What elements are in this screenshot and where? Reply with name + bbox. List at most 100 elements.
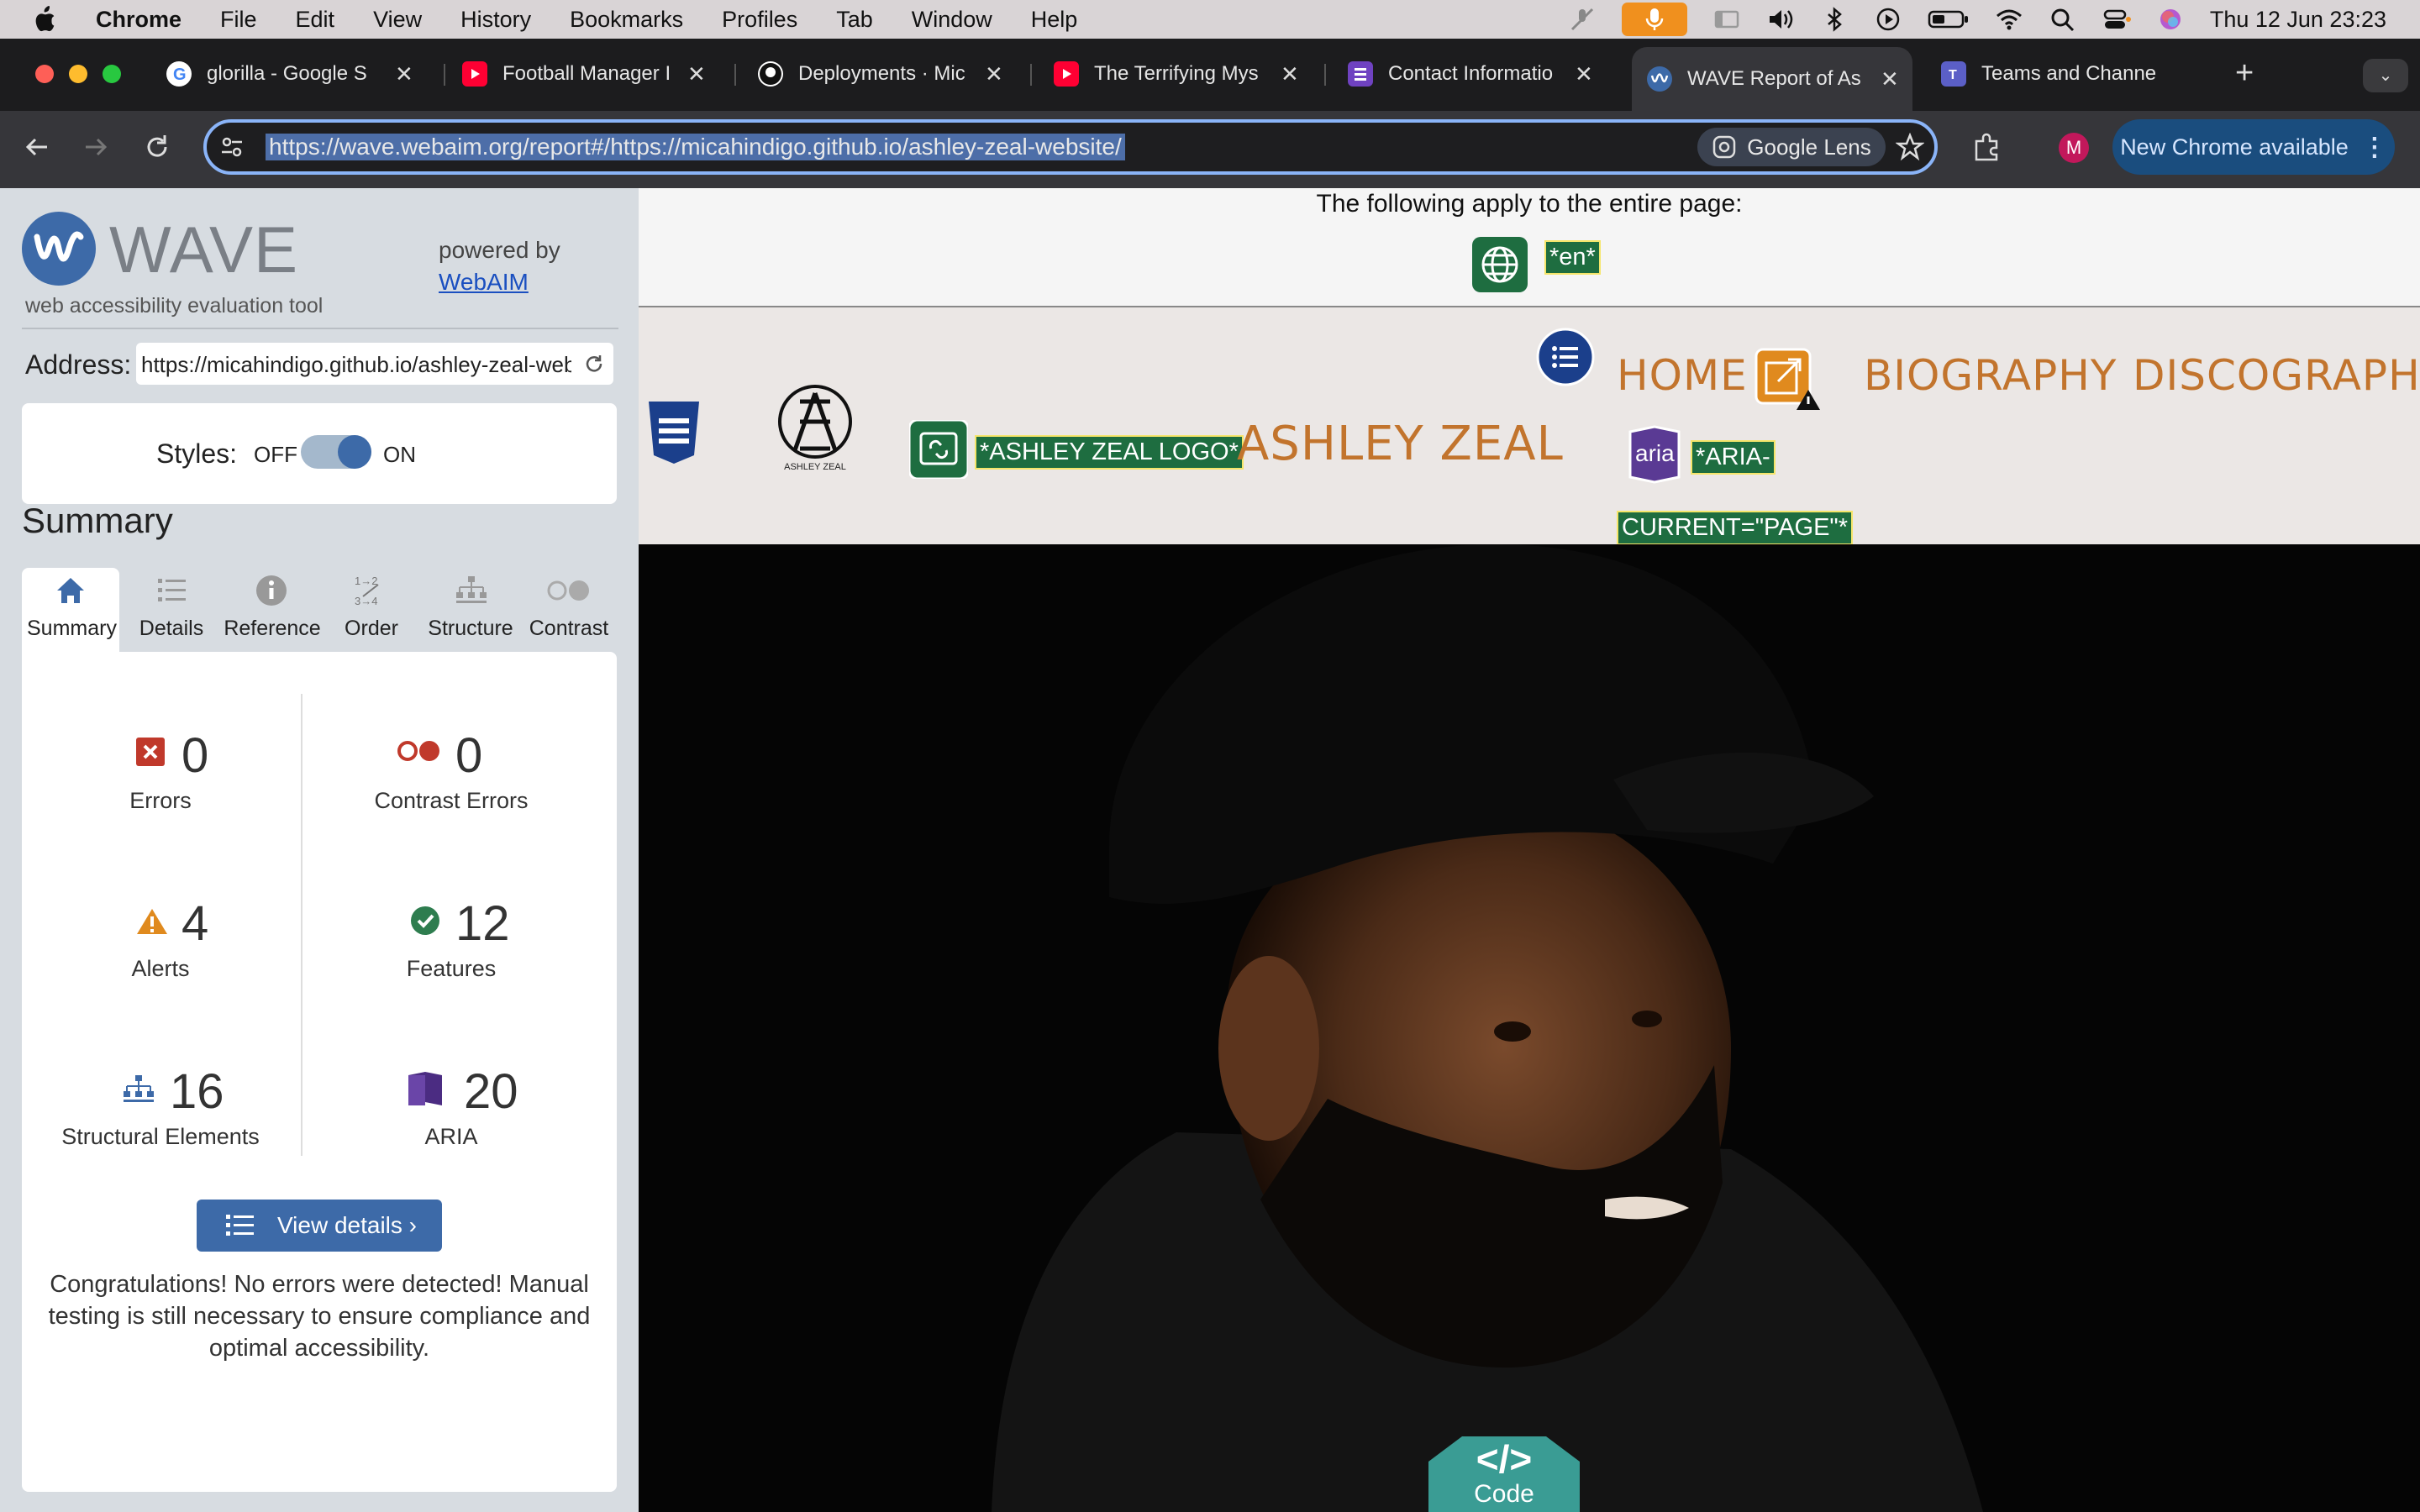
tab-details[interactable]: Details bbox=[123, 568, 220, 652]
screen-mirror-icon[interactable] bbox=[1712, 7, 1741, 32]
tab-summary[interactable]: Summary bbox=[22, 568, 119, 652]
bluetooth-icon[interactable] bbox=[1820, 7, 1849, 32]
divider bbox=[301, 694, 302, 1156]
browser-tab[interactable]: Contact Informatio ✕ bbox=[1348, 55, 1608, 92]
address-field[interactable]: https://micahindigo.github.io/ashley-zea… bbox=[136, 343, 613, 385]
svg-text:T: T bbox=[1949, 68, 1957, 82]
unordered-list-icon[interactable] bbox=[1536, 328, 1595, 386]
styles-toggle-card: Styles: OFF ON bbox=[22, 403, 617, 504]
redundant-link-alert-icon[interactable] bbox=[1753, 346, 1823, 412]
close-tab-icon[interactable]: ✕ bbox=[1281, 61, 1299, 87]
menu-file[interactable]: File bbox=[220, 7, 257, 33]
aria-badge-icon[interactable]: aria bbox=[1625, 425, 1684, 484]
logo-caption: ASHLEY ZEAL bbox=[784, 462, 846, 472]
linked-image-icon[interactable] bbox=[909, 420, 968, 479]
back-icon[interactable] bbox=[22, 134, 52, 160]
control-center-icon[interactable] bbox=[2102, 7, 2131, 32]
browser-tab[interactable]: G glorilla - Google S ✕ bbox=[166, 55, 434, 92]
menu-bookmarks[interactable]: Bookmarks bbox=[570, 7, 683, 33]
browser-tab[interactable]: Deployments · Mic ✕ bbox=[758, 55, 1018, 92]
bookmark-star-icon[interactable] bbox=[1896, 133, 1924, 161]
wave-icon bbox=[1647, 66, 1672, 92]
menu-history[interactable]: History bbox=[460, 7, 531, 33]
google-icon: G bbox=[166, 61, 192, 87]
wifi-icon[interactable] bbox=[1995, 7, 2023, 32]
apple-icon[interactable] bbox=[32, 6, 57, 33]
alerts-stat[interactable]: 4 Alerts bbox=[22, 895, 299, 981]
google-lens-button[interactable]: Google Lens bbox=[1697, 128, 1886, 166]
browser-tab-active[interactable]: WAVE Report of As ✕ bbox=[1632, 47, 1912, 111]
styles-label: Styles: bbox=[156, 438, 238, 469]
nav-home[interactable]: HOME bbox=[1617, 351, 1748, 400]
tab-reference[interactable]: Reference bbox=[222, 568, 323, 652]
browser-tab[interactable]: The Terrifying Mys ✕ bbox=[1054, 55, 1314, 92]
youtube-icon bbox=[1054, 61, 1079, 87]
address-bar[interactable]: https://wave.webaim.org/report#/https://… bbox=[203, 119, 1938, 175]
close-tab-icon[interactable]: ✕ bbox=[395, 61, 413, 87]
nav-discography[interactable]: DISCOGRAPHY bbox=[2133, 351, 2420, 400]
mic-active-icon[interactable] bbox=[1621, 3, 1687, 36]
page-preview: The following apply to the entire page: … bbox=[639, 188, 2420, 1512]
search-icon[interactable] bbox=[2049, 7, 2077, 32]
refresh-icon[interactable] bbox=[583, 353, 605, 375]
ashley-zeal-logo[interactable]: ASHLEY ZEAL bbox=[775, 381, 876, 482]
list-icon bbox=[226, 1215, 254, 1236]
structural-elements-stat[interactable]: 16 Structural Elements bbox=[22, 1063, 299, 1149]
new-chrome-button[interactable]: New Chrome available ⋮ bbox=[2112, 119, 2395, 175]
structure-icon bbox=[124, 1075, 154, 1102]
styles-off-label: OFF bbox=[254, 442, 297, 467]
tab-structure[interactable]: Structure bbox=[422, 568, 519, 652]
extensions-icon[interactable] bbox=[1971, 131, 2003, 163]
maximize-window-button[interactable] bbox=[103, 65, 121, 83]
aria-stat[interactable]: 20 ARIA bbox=[304, 1063, 617, 1149]
volume-icon[interactable] bbox=[1766, 7, 1795, 32]
menu-edit[interactable]: Edit bbox=[296, 7, 335, 33]
battery-icon[interactable] bbox=[1928, 7, 1970, 32]
close-tab-icon[interactable]: ✕ bbox=[687, 61, 706, 87]
menu-view[interactable]: View bbox=[373, 7, 422, 33]
forward-icon[interactable] bbox=[81, 134, 111, 160]
view-details-button[interactable]: View details › bbox=[197, 1200, 442, 1252]
url-text[interactable]: https://wave.webaim.org/report#/https://… bbox=[266, 134, 1125, 160]
code-button[interactable]: </> Code bbox=[1428, 1436, 1580, 1512]
errors-stat[interactable]: 0 Errors bbox=[22, 727, 299, 813]
close-tab-icon[interactable]: ✕ bbox=[1575, 61, 1593, 87]
menu-profiles[interactable]: Profiles bbox=[722, 7, 797, 33]
kebab-menu-icon[interactable]: ⋮ bbox=[2362, 133, 2387, 162]
siri-icon[interactable] bbox=[2156, 7, 2185, 32]
close-tab-icon[interactable]: ✕ bbox=[985, 61, 1003, 87]
language-globe-icon[interactable] bbox=[1472, 237, 1528, 292]
site-settings-icon[interactable] bbox=[218, 134, 245, 160]
close-tab-icon[interactable]: ✕ bbox=[1881, 66, 1899, 92]
webaim-link[interactable]: WebAIM bbox=[439, 269, 529, 296]
styles-toggle[interactable] bbox=[301, 435, 371, 469]
features-stat[interactable]: 12 Features bbox=[304, 895, 617, 981]
minimize-window-button[interactable] bbox=[69, 65, 87, 83]
play-icon[interactable] bbox=[1874, 7, 1902, 32]
tab-order[interactable]: 1→2 3→4 Order bbox=[323, 568, 420, 652]
menu-window[interactable]: Window bbox=[912, 7, 992, 33]
aria-current-label-cont: CURRENT="PAGE"* bbox=[1617, 511, 1854, 545]
contrast-errors-stat[interactable]: 0 Contrast Errors bbox=[304, 727, 617, 813]
tab-contrast[interactable]: Contrast bbox=[521, 568, 617, 652]
aria-current-label: *ARIA- bbox=[1691, 440, 1776, 475]
menu-tab[interactable]: Tab bbox=[836, 7, 873, 33]
clock[interactable]: Thu 12 Jun 23:23 bbox=[2210, 7, 2386, 33]
menu-app-name[interactable]: Chrome bbox=[96, 7, 182, 33]
summary-panel: 0 Errors 0 Contrast Errors 4 Alerts 12 F… bbox=[22, 652, 617, 1492]
profile-avatar[interactable]: M bbox=[2059, 133, 2089, 163]
css-icon[interactable] bbox=[645, 400, 702, 465]
site-header: ASHLEY ZEAL *ASHLEY ZEAL LOGO* ASHLEY ZE… bbox=[639, 307, 2420, 545]
address-label: Address: bbox=[25, 349, 132, 380]
close-window-button[interactable] bbox=[35, 65, 54, 83]
aria-icon bbox=[408, 1072, 442, 1105]
new-tab-icon[interactable]: + bbox=[2235, 55, 2254, 92]
menu-help[interactable]: Help bbox=[1031, 7, 1078, 33]
site-name[interactable]: ASHLEY ZEAL bbox=[1237, 417, 1564, 471]
mic-muted-icon[interactable] bbox=[1568, 7, 1597, 32]
tab-search-icon[interactable]: ⌄ bbox=[2363, 59, 2408, 92]
reload-icon[interactable] bbox=[143, 133, 171, 161]
browser-tab[interactable]: Football Manager I ✕ bbox=[462, 55, 723, 92]
nav-biography[interactable]: BIOGRAPHY bbox=[1864, 351, 2117, 400]
browser-tab[interactable]: T Teams and Channe bbox=[1941, 55, 2193, 92]
